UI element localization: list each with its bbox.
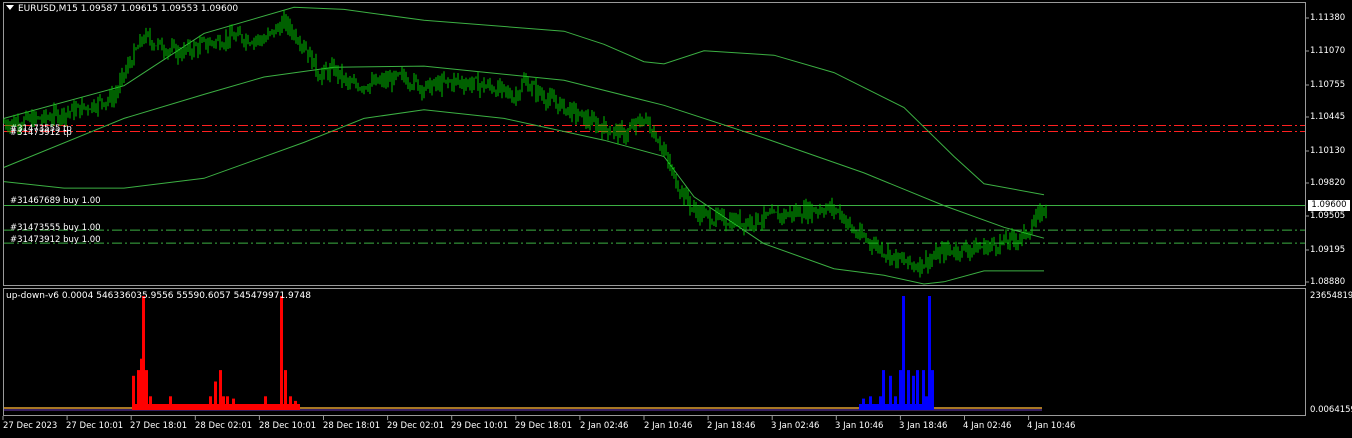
up-histogram-bar [142, 296, 145, 410]
time-tick: 28 Dec 18:01 [323, 421, 381, 431]
time-tick: 29 Dec 02:01 [387, 421, 445, 431]
time-tick: 3 Jan 10:46 [835, 421, 884, 431]
down-histogram-bar [912, 375, 915, 410]
down-histogram-bar [899, 370, 902, 410]
dropdown-triangle-icon[interactable] [6, 5, 14, 10]
down-histogram-bar [879, 396, 882, 410]
price-tick: 1.10755 [1310, 80, 1346, 90]
price-tick: 1.09820 [1310, 178, 1346, 188]
time-tick: 27 Dec 2023 [3, 421, 58, 431]
time-tick: 2 Jan 18:46 [707, 421, 756, 431]
down-histogram-bar [925, 396, 928, 410]
down-histogram-bar [916, 370, 919, 410]
buy-label-1[interactable]: #31467689 buy 1.00 [10, 196, 101, 206]
up-histogram-bar [226, 396, 229, 410]
up-histogram-bar [214, 381, 217, 410]
up-histogram-bar [145, 370, 148, 410]
price-tick: 1.10445 [1310, 112, 1346, 122]
up-histogram-bar [294, 400, 297, 410]
down-histogram-bar [928, 296, 931, 410]
time-tick: 4 Jan 10:46 [1027, 421, 1076, 431]
indicator-header: up-down-v6 0.0004 546336035.9556 55590.6… [6, 291, 311, 301]
up-histogram-bar [284, 370, 287, 410]
up-histogram-bar [264, 396, 267, 410]
down-histogram-bar [894, 396, 897, 410]
price-tick: 1.11070 [1310, 46, 1346, 56]
up-histogram-bar [137, 370, 140, 410]
down-histogram-bar [931, 370, 934, 410]
time-tick: 2 Jan 10:46 [644, 421, 693, 431]
price-tick: 1.09505 [1310, 211, 1346, 221]
price-tick: 1.11380 [1310, 13, 1346, 23]
time-tick: 3 Jan 18:46 [899, 421, 948, 431]
down-histogram-bar [922, 370, 925, 410]
down-histogram-bar [907, 370, 910, 410]
down-histogram-bar [869, 396, 872, 410]
down-histogram-bar [862, 398, 865, 410]
price-tick: 1.10130 [1310, 146, 1346, 156]
time-tick: 27 Dec 18:01 [130, 421, 188, 431]
time-tick: 4 Jan 02:46 [963, 421, 1012, 431]
indicator-axis-min: 0.0064159 [1310, 405, 1352, 415]
down-histogram-bar [902, 296, 905, 410]
up-histogram-bar [149, 396, 152, 410]
price-tick: 1.09195 [1310, 245, 1346, 255]
up-histogram-bar [169, 396, 172, 410]
down-histogram-bar [882, 370, 885, 410]
band-upper-line [3, 6, 1045, 196]
up-histogram-bar [132, 375, 135, 410]
buy-label-2[interactable]: #31473555 buy 1.00 [10, 223, 101, 233]
time-tick: 29 Dec 10:01 [451, 421, 509, 431]
time-tick: 29 Dec 18:01 [515, 421, 573, 431]
current-price-marker: 1.09600 [1308, 200, 1350, 211]
price-tick: 1.08880 [1310, 277, 1346, 287]
chart-canvas [2, 6, 1309, 420]
up-histogram-bar [280, 296, 283, 410]
symbol-header[interactable]: EURUSD,M15 1.09587 1.09615 1.09553 1.096… [6, 4, 238, 14]
tp-label-2[interactable]: #31473912 tp [10, 128, 72, 138]
up-histogram-bar [289, 396, 292, 410]
up-histogram-bar [222, 396, 225, 410]
indicator-axis-max: 2365481959 [1310, 291, 1352, 301]
band-middle-line [3, 65, 1045, 239]
time-tick: 27 Dec 10:01 [66, 421, 124, 431]
up-histogram-bar [219, 370, 222, 410]
time-tick: 28 Dec 02:01 [195, 421, 253, 431]
time-tick: 2 Jan 02:46 [580, 421, 629, 431]
time-tick: 3 Jan 02:46 [771, 421, 820, 431]
up-histogram-bar [209, 396, 212, 410]
time-tick: 28 Dec 10:01 [259, 421, 317, 431]
buy-label-3[interactable]: #31473912 buy 1.00 [10, 235, 101, 245]
up-histogram-bar [232, 398, 235, 410]
down-histogram-bar [889, 375, 892, 410]
